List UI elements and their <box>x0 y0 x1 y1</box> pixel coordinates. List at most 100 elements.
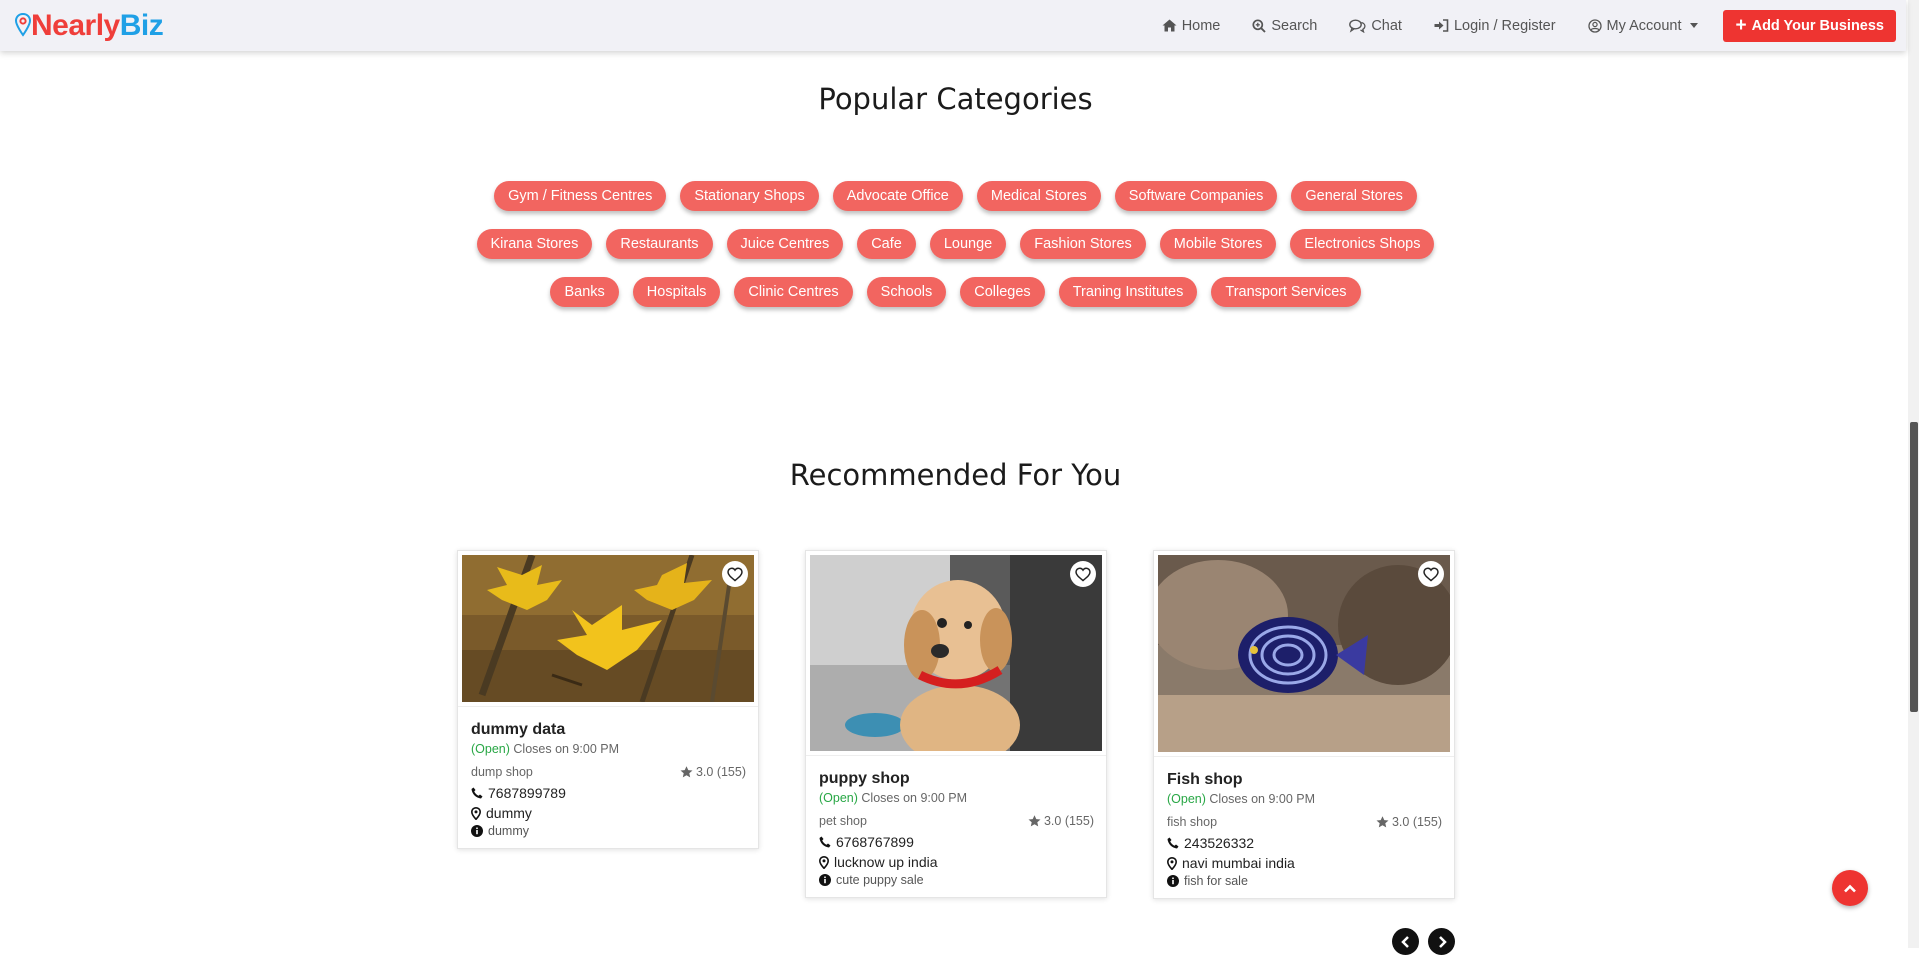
business-rating: 3.0 (155) <box>1376 815 1442 829</box>
brand-logo[interactable]: NearlyBiz <box>14 9 164 45</box>
category-pill[interactable]: Banks <box>550 277 619 307</box>
carousel-prev-button[interactable] <box>1392 928 1419 955</box>
carousel-next-button[interactable] <box>1428 928 1455 955</box>
angelfish-photo <box>1158 555 1450 752</box>
map-marker-icon <box>1167 856 1177 870</box>
yellow-leaves-photo <box>462 555 754 702</box>
business-meta: fish shop 3.0 (155) <box>1167 815 1442 829</box>
heart-icon <box>1423 566 1439 581</box>
category-pill[interactable]: Software Companies <box>1114 181 1278 211</box>
favorite-heart-button[interactable] <box>1418 561 1444 587</box>
phone-icon <box>471 787 483 799</box>
category-pill[interactable]: Hospitals <box>632 277 721 307</box>
business-card[interactable]: dummy data (Open) Closes on 9:00 PM dump… <box>457 550 759 849</box>
add-business-button[interactable]: + Add Your Business <box>1723 9 1896 42</box>
business-rating: 3.0 (155) <box>680 765 746 779</box>
category-pill[interactable]: Cafe <box>857 229 916 259</box>
category-pill[interactable]: Lounge <box>929 229 1007 259</box>
category-pill[interactable]: Gym / Fitness Centres <box>494 181 667 211</box>
category-pill[interactable]: Kirana Stores <box>476 229 593 259</box>
business-card[interactable]: Fish shop (Open) Closes on 9:00 PM fish … <box>1153 550 1455 899</box>
phone-number: 6768767899 <box>836 834 914 850</box>
category-pill[interactable]: Medical Stores <box>976 181 1101 211</box>
favorite-heart-button[interactable] <box>722 561 748 587</box>
category-pill[interactable]: Clinic Centres <box>734 277 853 307</box>
business-location: lucknow up india <box>819 854 1094 870</box>
category-pill[interactable]: Colleges <box>960 277 1045 307</box>
business-name[interactable]: puppy shop <box>819 770 1094 788</box>
top-navbar: NearlyBiz Home Search Chat Login / Regis… <box>0 0 1906 51</box>
category-pill[interactable]: Restaurants <box>606 229 713 259</box>
category-pill[interactable]: Juice Centres <box>726 229 844 259</box>
business-info: fish for sale <box>1167 874 1442 888</box>
scrollbar-thumb[interactable] <box>1910 422 1918 712</box>
rating-value: 3.0 (155) <box>1043 814 1094 828</box>
business-status: (Open) Closes on 9:00 PM <box>819 791 1094 805</box>
home-icon <box>1162 19 1177 32</box>
popular-categories-title: Popular Categories <box>818 82 1093 116</box>
star-icon <box>680 766 693 778</box>
info-text: dummy <box>488 824 529 838</box>
nav-chat-link[interactable]: Chat <box>1349 18 1402 34</box>
category-pill[interactable]: Advocate Office <box>832 181 963 211</box>
rating-value: 3.0 (155) <box>1391 815 1442 829</box>
business-image <box>810 555 1102 751</box>
add-business-label: Add Your Business <box>1751 17 1884 34</box>
category-pill[interactable]: General Stores <box>1291 181 1417 211</box>
business-meta: dump shop 3.0 (155) <box>471 765 746 779</box>
business-phone[interactable]: 7687899789 <box>471 785 746 801</box>
business-status: (Open) Closes on 9:00 PM <box>1167 792 1442 806</box>
puppy-photo <box>810 555 1102 751</box>
recommended-title: Recommended For You <box>789 458 1122 492</box>
location-text: dummy <box>486 805 532 821</box>
nav-account-label: My Account <box>1606 17 1682 34</box>
category-pill[interactable]: Electronics Shops <box>1290 229 1435 259</box>
nav-menu: Home Search Chat Login / Register My Acc… <box>1130 0 1896 51</box>
brand-name-part1: Nearly <box>31 9 120 42</box>
category-pill[interactable]: Traning Institutes <box>1058 277 1198 307</box>
scroll-to-top-button[interactable] <box>1832 870 1868 906</box>
map-marker-icon <box>819 855 829 869</box>
favorite-heart-button[interactable] <box>1070 561 1096 587</box>
location-text: navi mumbai india <box>1182 855 1295 871</box>
heart-icon <box>1075 566 1091 581</box>
star-icon <box>1028 815 1041 827</box>
nav-login-label: Login / Register <box>1453 17 1556 34</box>
nav-home-label: Home <box>1181 17 1221 34</box>
brand-name-part2: Biz <box>119 9 164 42</box>
business-name[interactable]: dummy data <box>471 721 746 739</box>
chat-icon <box>1349 18 1366 33</box>
map-pin-logo-icon <box>14 11 32 45</box>
closing-time: Closes on 9:00 PM <box>861 791 967 805</box>
chevron-left-icon <box>1400 935 1409 948</box>
location-text: lucknow up india <box>834 854 938 870</box>
nav-home-link[interactable]: Home <box>1162 17 1221 34</box>
category-pill[interactable]: Fashion Stores <box>1020 229 1146 259</box>
business-image <box>1158 555 1450 752</box>
category-row: Gym / Fitness Centres Stationary Shops A… <box>0 181 1911 211</box>
info-icon <box>819 874 831 886</box>
closing-time: Closes on 9:00 PM <box>513 742 619 756</box>
nav-search-label: Search <box>1271 17 1318 34</box>
nav-account-dropdown[interactable]: My Account <box>1587 17 1699 34</box>
nav-login-link[interactable]: Login / Register <box>1434 18 1556 34</box>
business-card[interactable]: puppy shop (Open) Closes on 9:00 PM pet … <box>805 550 1107 898</box>
category-pill[interactable]: Mobile Stores <box>1159 229 1277 259</box>
info-icon <box>471 825 483 837</box>
heart-icon <box>727 566 743 581</box>
business-phone[interactable]: 243526332 <box>1167 835 1442 851</box>
category-pill[interactable]: Transport Services <box>1211 277 1361 307</box>
business-name[interactable]: Fish shop <box>1167 771 1442 789</box>
phone-number: 7687899789 <box>488 785 566 801</box>
business-category: fish shop <box>1167 815 1218 829</box>
business-info: cute puppy sale <box>819 873 1094 887</box>
nav-search-link[interactable]: Search <box>1252 18 1317 34</box>
page-scrollbar[interactable] <box>1908 0 1919 948</box>
category-pill[interactable]: Schools <box>866 277 947 307</box>
open-status: (Open) <box>471 742 510 756</box>
category-pill[interactable]: Stationary Shops <box>680 181 819 211</box>
info-icon <box>1167 875 1179 887</box>
business-phone[interactable]: 6768767899 <box>819 834 1094 850</box>
sign-in-icon <box>1434 19 1449 32</box>
phone-number: 243526332 <box>1184 835 1255 851</box>
